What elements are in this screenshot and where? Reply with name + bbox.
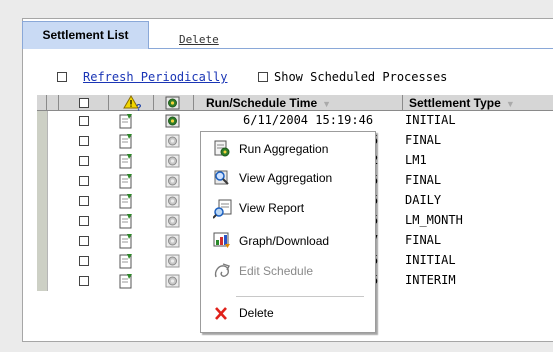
row-settlement-type: LM1 [405,153,427,167]
row-settlement-type: INITIAL [405,113,456,127]
header-warning-column[interactable]: ? [109,95,154,111]
run-aggregation-row-icon[interactable] [165,173,181,192]
select-all-checkbox[interactable] [79,98,89,108]
run-aggregation-row-icon[interactable] [165,273,181,292]
row-settlement-type: LM_MONTH [405,213,463,227]
graph-download-icon [213,232,230,248]
row-settlement-type: INTERIM [405,273,456,287]
run-aggregation-row-icon[interactable] [165,153,181,172]
row-settlement-type: FINAL [405,133,442,147]
run-aggregation-row-icon[interactable] [165,233,181,252]
header-gutter [37,95,47,111]
run-aggregation-header-icon [165,96,180,110]
menu-separator [236,296,364,297]
header-run-schedule-time[interactable]: Run/Schedule Time ▼ [194,95,403,111]
edit-properties-icon[interactable] [119,153,133,172]
row-checkbox[interactable] [79,256,89,266]
header-run-column[interactable] [154,95,194,111]
row-run-schedule-time: 6/11/2004 15:19:46 [243,113,374,127]
edit-properties-icon[interactable] [119,193,133,212]
edit-properties-icon[interactable] [119,273,133,292]
row-checkbox[interactable] [79,176,89,186]
menu-item-label: View Aggregation [239,171,333,185]
row-settlement-type: DAILY [405,193,442,207]
row-settlement-type: FINAL [405,233,442,247]
row-gutter [37,231,48,251]
header-settlement-type-label: Settlement Type [409,96,501,110]
row-gutter [37,111,48,131]
menu-item-label: Delete [239,306,274,320]
row-gutter [37,211,48,231]
header-settlement-type[interactable]: Settlement Type ▼ [403,95,553,111]
row-checkbox[interactable] [79,156,89,166]
menu-item-label: Edit Schedule [239,264,314,278]
menu-item-view-aggregation[interactable]: View Aggregation [201,166,375,192]
row-gutter [37,271,48,291]
tab-settlement-list[interactable]: Settlement List [22,21,149,49]
warning-question-icon: ? [123,95,142,112]
sort-icon[interactable]: ▼ [322,99,331,109]
menu-item-graph-download[interactable]: Graph/Download [201,229,375,255]
row-checkbox[interactable] [79,136,89,146]
refresh-periodically-link[interactable]: Refresh Periodically [83,70,228,84]
menu-item-view-report[interactable]: View Report [201,196,375,222]
menu-item-run-aggregation[interactable]: Run Aggregation [201,137,375,163]
row-gutter [37,131,48,151]
delete-tab-link[interactable]: Delete [179,33,219,46]
menu-item-label: View Report [239,201,305,215]
row-checkbox[interactable] [79,196,89,206]
svg-text:?: ? [136,103,142,112]
run-aggregation-row-icon[interactable] [165,253,181,272]
view-report-icon [213,199,232,219]
show-scheduled-checkbox[interactable] [258,72,268,82]
header-spacer [47,95,59,111]
table-header: ? Run/Schedule Time ▼ Settlement Type ▼ [37,94,553,111]
show-scheduled-label: Show Scheduled Processes [274,70,448,84]
run-aggregation-row-icon[interactable] [165,113,181,132]
menu-item-label: Graph/Download [239,234,330,248]
edit-properties-icon[interactable] [119,253,133,272]
menu-item-label: Run Aggregation [239,142,329,156]
table-row[interactable]: 6/11/2004 15:19:46 INITIAL [37,111,553,131]
edit-properties-icon[interactable] [119,213,133,232]
menu-item-delete[interactable]: Delete [201,301,375,327]
view-aggregation-icon [214,170,229,185]
row-checkbox[interactable] [79,276,89,286]
row-checkbox[interactable] [79,216,89,226]
edit-properties-icon[interactable] [119,133,133,152]
sort-icon[interactable]: ▼ [506,99,515,109]
row-gutter [37,251,48,271]
row-gutter [37,171,48,191]
edit-schedule-icon [214,263,230,278]
row-settlement-type: FINAL [405,173,442,187]
row-checkbox[interactable] [79,236,89,246]
menu-item-edit-schedule: Edit Schedule [201,259,375,285]
row-gutter [37,191,48,211]
row-gutter [37,151,48,171]
edit-properties-icon[interactable] [119,233,133,252]
run-aggregation-row-icon[interactable] [165,133,181,152]
refresh-periodically-checkbox[interactable] [57,72,67,82]
row-settlement-type: INITIAL [405,253,456,267]
run-aggregation-row-icon[interactable] [165,193,181,212]
run-aggregation-row-icon[interactable] [165,213,181,232]
delete-icon [215,307,227,320]
row-checkbox[interactable] [79,116,89,126]
run-aggregation-icon [214,140,230,157]
context-menu: Run Aggregation View Aggregation View Re… [200,131,376,333]
edit-properties-icon[interactable] [119,113,133,132]
edit-properties-icon[interactable] [119,173,133,192]
header-select-column[interactable] [59,95,109,111]
header-run-schedule-time-label: Run/Schedule Time [206,96,318,110]
